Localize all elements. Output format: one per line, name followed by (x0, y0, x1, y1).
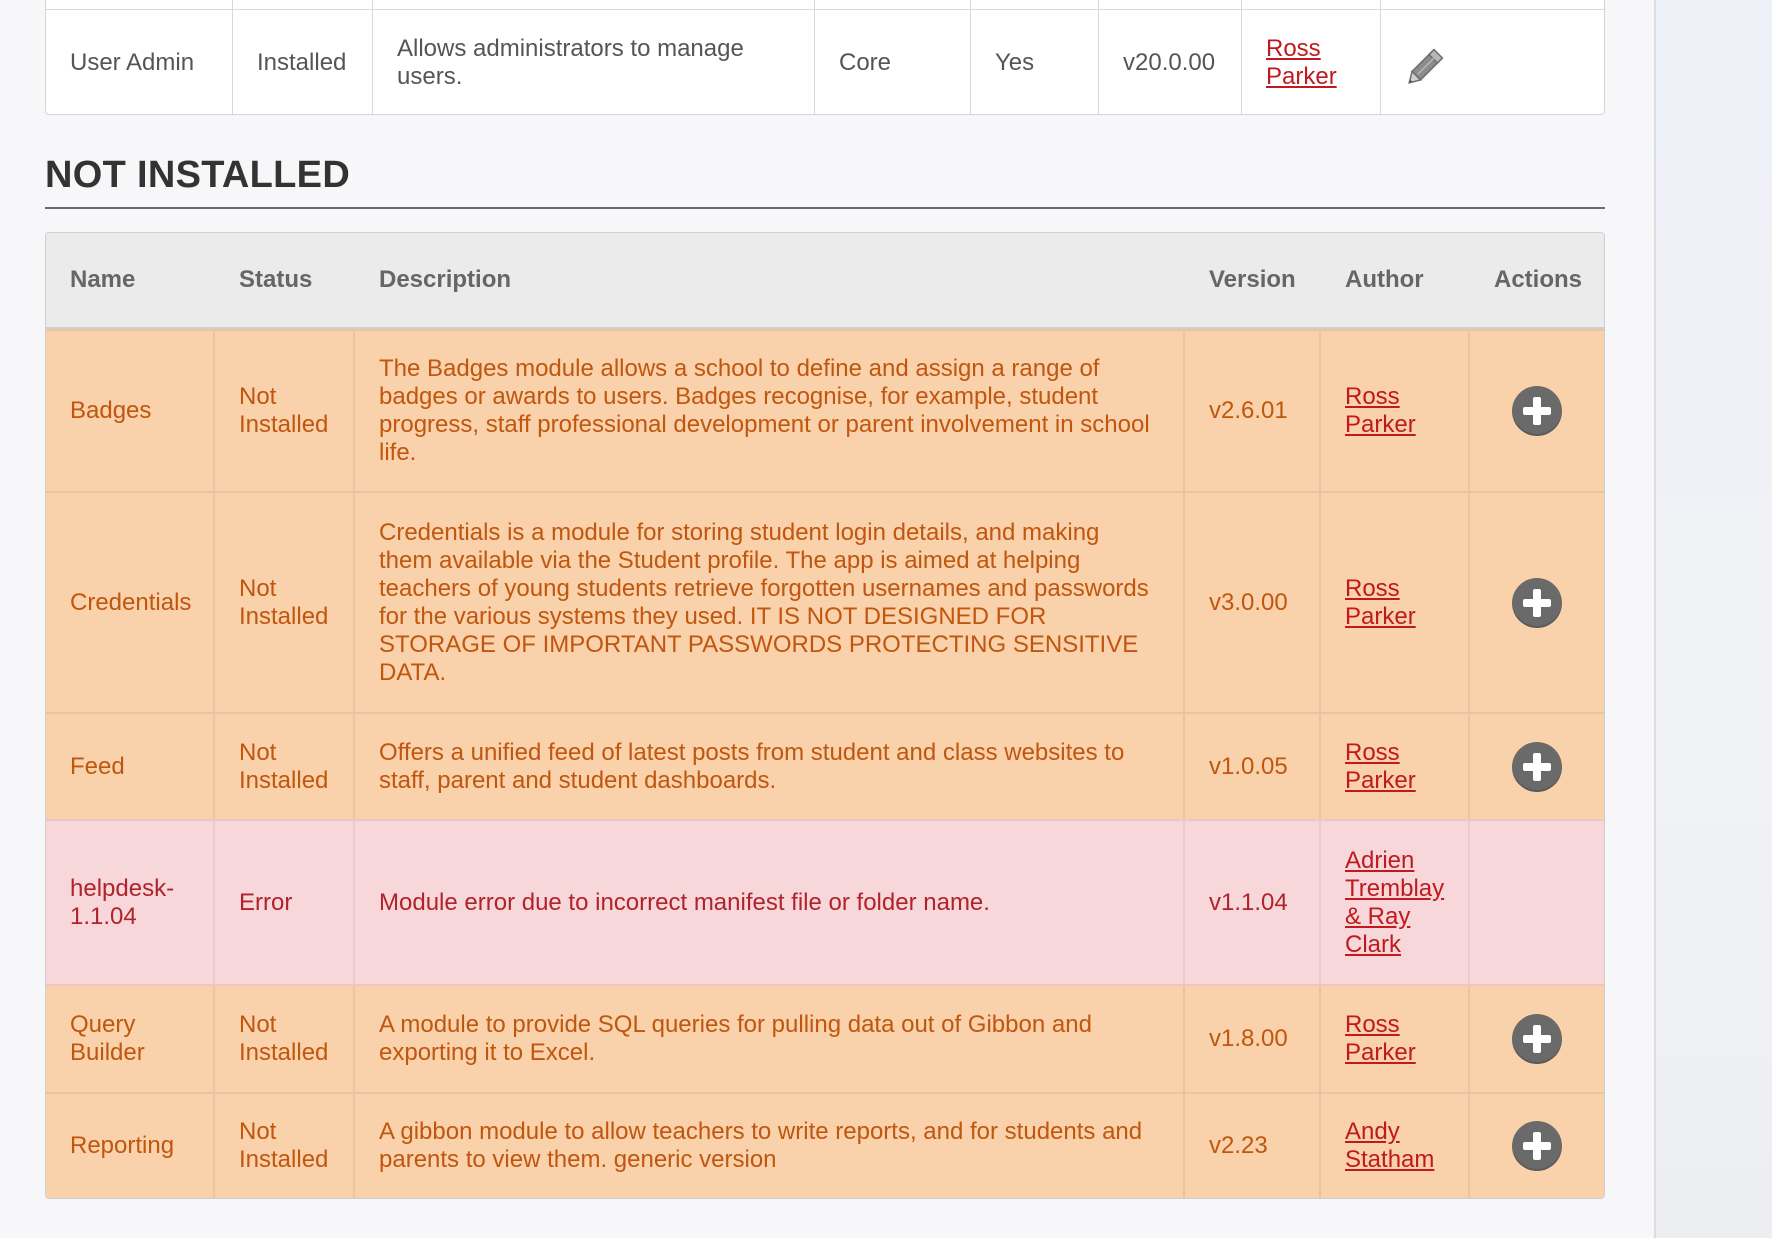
author-link[interactable]: Adrien Tremblay & Ray Clark (1345, 847, 1444, 959)
module-status: Not Installed (215, 986, 355, 1092)
column-header-actions: Actions (1494, 266, 1583, 293)
module-name: Badges (46, 331, 215, 491)
plus-circle-icon[interactable] (1512, 1014, 1562, 1064)
module-version: v2.6.01 (1185, 331, 1321, 491)
author-link[interactable]: Ross Parker (1345, 383, 1444, 439)
actions-cell (1381, 10, 1603, 114)
module-description: Module error due to incorrect manifest f… (355, 821, 1185, 984)
module-active: Yes (971, 10, 1099, 114)
author-cell: Ross Parker (1321, 493, 1470, 712)
author-cell: Ross Parker (1321, 714, 1470, 819)
plus-circle-icon[interactable] (1512, 577, 1562, 628)
section-title: NOT INSTALLED (45, 154, 1605, 209)
not-installed-table: Name Status Description Version Author A… (45, 232, 1605, 1199)
column-header-author: Author (1345, 266, 1424, 293)
module-status: Installed (233, 10, 373, 114)
column-header-status: Status (239, 266, 313, 293)
pencil-icon[interactable] (1405, 39, 1453, 87)
author-cell: Andy Statham (1321, 1094, 1470, 1198)
module-name: helpdesk-1.1.04 (46, 821, 215, 984)
author-cell: Ross Parker (1321, 331, 1470, 491)
page-background: User Admin Installed Allows administrato… (0, 0, 1656, 1238)
module-name: Query Builder (46, 986, 215, 1092)
column-header-description: Description (379, 266, 512, 293)
table-row: Credentials Not Installed Credentials is… (46, 491, 1604, 712)
module-status: Not Installed (215, 331, 355, 491)
author-cell: Ross Parker (1321, 986, 1470, 1092)
module-type: Core (815, 10, 971, 114)
module-version: v3.0.00 (1185, 493, 1321, 712)
table-row: User Admin Installed Allows administrato… (46, 10, 1604, 114)
table-row: Feed Not Installed Offers a unified feed… (46, 712, 1604, 819)
plus-circle-icon[interactable] (1512, 741, 1562, 792)
author-link[interactable]: Ross Parker (1266, 35, 1356, 91)
plus-circle-icon[interactable] (1512, 1121, 1562, 1171)
module-description: Offers a unified feed of latest posts fr… (355, 714, 1185, 819)
module-description: A module to provide SQL queries for pull… (355, 986, 1185, 1092)
table-row: Query Builder Not Installed A module to … (46, 984, 1604, 1092)
module-status: Not Installed (215, 714, 355, 819)
module-description: A gibbon module to allow teachers to wri… (355, 1094, 1185, 1198)
module-description: Credentials is a module for storing stud… (355, 493, 1185, 712)
actions-cell (1470, 493, 1604, 712)
module-version: v1.0.05 (1185, 714, 1321, 819)
module-version: v2.23 (1185, 1094, 1321, 1198)
module-name: User Admin (46, 10, 233, 114)
actions-cell (1470, 821, 1604, 984)
installed-modules-table: User Admin Installed Allows administrato… (45, 0, 1605, 115)
module-version: v1.1.04 (1185, 821, 1321, 984)
module-status: Not Installed (215, 1094, 355, 1198)
module-description: The Badges module allows a school to def… (355, 331, 1185, 491)
main-content: User Admin Installed Allows administrato… (45, 0, 1605, 1199)
table-row: Reporting Not Installed A gibbon module … (46, 1092, 1604, 1198)
module-name: Reporting (46, 1094, 215, 1198)
actions-cell (1470, 986, 1604, 1092)
actions-cell (1470, 331, 1604, 491)
table-row: Badges Not Installed The Badges module a… (46, 329, 1604, 491)
module-version: v20.0.00 (1099, 10, 1242, 114)
module-description: Allows administrators to manage users. (373, 10, 815, 114)
author-cell: Adrien Tremblay & Ray Clark (1321, 821, 1470, 984)
module-status: Not Installed (215, 493, 355, 712)
author-link[interactable]: Ross Parker (1345, 575, 1444, 631)
module-status: Error (215, 821, 355, 984)
module-name: Credentials (46, 493, 215, 712)
module-version: v1.8.00 (1185, 986, 1321, 1092)
table-header: Name Status Description Version Author A… (46, 233, 1604, 329)
table-row: helpdesk-1.1.04 Error Module error due t… (46, 819, 1604, 984)
table-header-fragment (46, 0, 1604, 10)
author-cell: Ross Parker (1242, 10, 1381, 114)
plus-circle-icon[interactable] (1512, 386, 1562, 436)
module-name: Feed (46, 714, 215, 819)
author-link[interactable]: Andy Statham (1345, 1118, 1444, 1174)
actions-cell (1470, 714, 1604, 819)
author-link[interactable]: Ross Parker (1345, 739, 1444, 795)
column-header-version: Version (1209, 266, 1296, 293)
column-header-name: Name (70, 266, 136, 293)
actions-cell (1470, 1094, 1604, 1198)
author-link[interactable]: Ross Parker (1345, 1011, 1444, 1067)
